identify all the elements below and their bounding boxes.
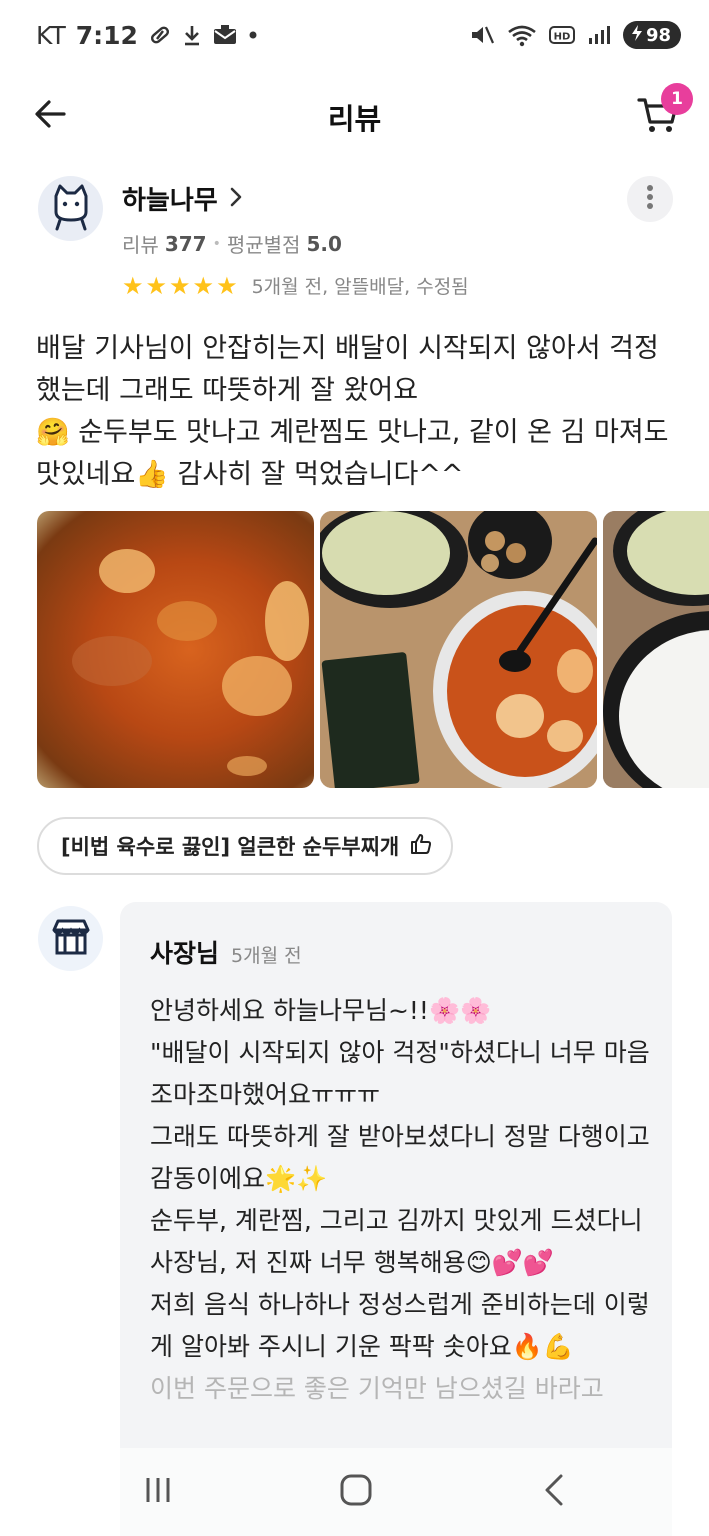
owner-reply-author: 사장님 [150,939,220,968]
review-photo[interactable] [603,511,709,788]
separator-dot: • [212,235,221,252]
cart-count-badge: 1 [661,83,693,115]
owner-reply-time: 5개월 전 [231,945,302,967]
system-back-button[interactable] [532,1470,576,1514]
menu-tag-label: [비법 육수로 끓인] 얼큰한 순두부찌개 [61,835,400,859]
cart-icon [636,98,680,140]
battery-level: 98 [645,24,671,46]
review-count: 377 [164,231,207,256]
star-rating: ★ ★ ★ ★ ★ [122,273,238,299]
wifi-icon [507,23,537,47]
review-line: 🤗 순두부도 맛나고 계란찜도 맛나고, 같이 온 김 마져도 맛있네요👍 감사… [36,417,669,490]
chevron-right-icon [228,186,244,212]
clock: 7:12 [75,20,138,50]
reviewer-avatar[interactable] [38,176,103,241]
signal-icon [587,23,611,47]
svg-text:HD: HD [554,32,571,43]
star-icon: ★ [192,271,215,300]
review-info: 5개월 전, 알뜰배달, 수정됨 [251,276,469,298]
star-icon: ★ [169,271,191,300]
reviewer-stats: 리뷰 377 • 평균별점 5.0 [122,229,342,258]
reviewer-name: 하늘나무 [122,186,218,216]
carrier-label: KT [36,20,66,50]
reply-line: 안녕하세요 하늘나무님~!!🌸🌸 [150,996,492,1025]
reviewer-profile-link[interactable]: 하늘나무 [122,180,244,217]
star-icon: ★ [122,271,144,300]
star-icon: ★ [145,271,168,300]
chevron-left-icon [542,1473,566,1511]
avg-rating-label: 평균별점 [226,233,301,257]
recent-apps-icon [142,1475,174,1509]
thumbs-up-icon [409,832,433,861]
review-body: 배달 기사님이 안잡히는지 배달이 시작되지 않아서 걱정했는데 그래도 따뜻하… [36,328,676,496]
review-photo[interactable] [37,511,314,788]
system-nav-bar [0,1448,709,1536]
page-title: 리뷰 [327,102,382,136]
rating-row: ★ ★ ★ ★ ★ 5개월 전, 알뜰배달, 수정됨 [122,272,469,299]
reply-line: 그래도 따뜻하게 잘 받아보셨다니 정말 다행이고 감동이에요🌟✨ [150,1122,650,1193]
reply-line: 이번 주문으로 좋은 기억만 남으셨길 바라고 [150,1374,604,1403]
owner-avatar [38,906,103,971]
review-photo[interactable] [320,511,597,788]
reply-line: 순두부, 계란찜, 그리고 김까지 맛있게 드셨다니 사장님, 저 진짜 너무 … [150,1206,643,1277]
cat-avatar-icon [46,182,96,236]
bolt-icon [631,24,643,47]
reply-line: "배달이 시작되지 않아 걱정"하셨다니 너무 마음 조마조마했어요ㅠㅠㅠ [150,1038,650,1109]
recent-apps-button[interactable] [136,1470,180,1514]
mail-icon [212,23,238,47]
avg-rating: 5.0 [306,231,342,256]
reply-line: 저희 음식 하나하나 정성스럽게 준비하는데 이렇게 알아봐 주시니 기운 팍팍… [150,1290,650,1361]
battery-indicator: 98 [622,21,681,49]
top-app-bar: 리뷰 [0,80,709,152]
more-options-button[interactable] [627,176,673,222]
star-icon: ★ [216,271,238,300]
more-vertical-icon [646,184,654,214]
download-icon [182,23,202,47]
owner-reply-header: 사장님 5개월 전 [150,934,302,970]
status-bar: KT 7:12 HD 98 [0,0,709,70]
owner-reply-body: 안녕하세요 하늘나무님~!!🌸🌸 "배달이 시작되지 않아 걱정"하셨다니 너무… [150,990,650,1410]
dot-icon [248,30,258,40]
home-button[interactable] [334,1470,378,1514]
review-line: 배달 기사님이 안잡히는지 배달이 시작되지 않아서 걱정했는데 그래도 따뜻하… [36,333,659,406]
mute-icon [469,23,495,47]
hd-icon: HD [548,24,575,46]
review-count-label: 리뷰 [122,233,159,257]
pill-icon [148,23,172,47]
review-photos [37,511,709,788]
menu-tag-chip[interactable]: [비법 육수로 끓인] 얼큰한 순두부찌개 [37,817,454,875]
home-icon [339,1473,373,1511]
store-icon [48,914,94,964]
